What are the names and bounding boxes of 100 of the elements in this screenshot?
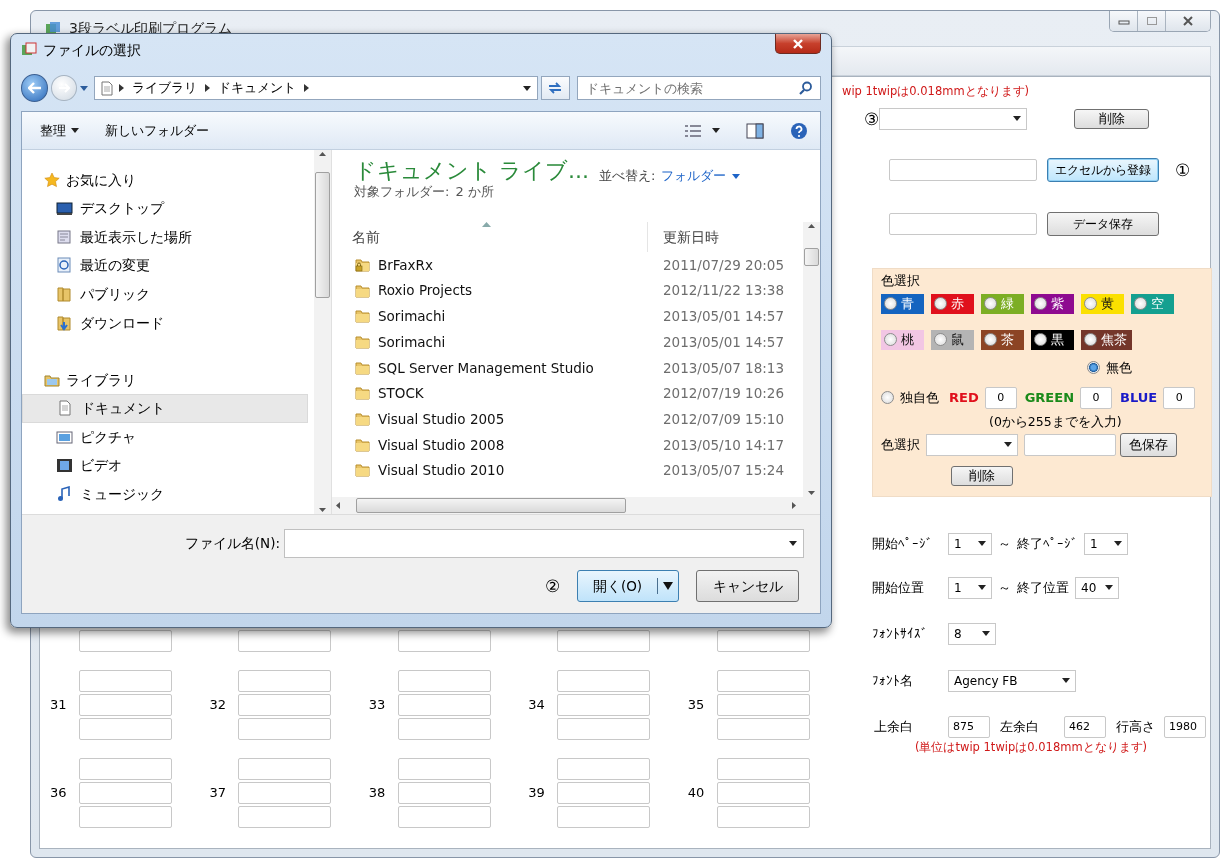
color-option[interactable]: 鼠 — [931, 329, 974, 350]
search-field[interactable]: ドキュメントの検索 — [577, 76, 821, 100]
maximize-button[interactable] — [1138, 11, 1166, 31]
dropdown[interactable]: 1 — [948, 576, 992, 599]
text-field[interactable] — [557, 758, 651, 780]
text-field[interactable] — [889, 212, 1037, 235]
text-field[interactable] — [238, 806, 332, 828]
text-field[interactable] — [716, 694, 810, 716]
back-button[interactable] — [21, 74, 49, 102]
color-option[interactable]: 赤 — [931, 293, 974, 314]
scrollbar-thumb[interactable] — [804, 248, 819, 266]
text-field[interactable] — [238, 718, 332, 740]
breadcrumb-item[interactable]: ドキュメント — [215, 80, 298, 96]
file-name[interactable]: BrFaxRx — [378, 256, 433, 273]
radio-button[interactable] — [881, 391, 894, 405]
radio-button[interactable] — [934, 333, 947, 347]
text-field[interactable] — [397, 694, 491, 716]
new-folder-button[interactable]: 新しいフォルダー — [105, 122, 209, 139]
dropdown[interactable] — [879, 107, 1027, 130]
file-name[interactable]: STOCK — [378, 385, 424, 402]
nav-item[interactable]: ミュージック — [22, 479, 308, 509]
dropdown[interactable]: Agency FB — [948, 669, 1076, 692]
number-field[interactable]: 0 — [984, 386, 1017, 409]
text-field[interactable] — [397, 782, 491, 804]
color-option[interactable]: 桃 — [881, 329, 924, 350]
scrollbar[interactable] — [332, 497, 820, 514]
nav-item[interactable]: パブリック — [22, 279, 308, 309]
number-field[interactable]: 1980 — [1164, 715, 1206, 738]
save-color-button[interactable]: 色保存 — [1120, 432, 1177, 457]
nav-item[interactable]: 最近の変更 — [22, 251, 308, 280]
text-field[interactable] — [716, 782, 810, 804]
dropdown[interactable] — [926, 433, 1018, 456]
dropdown[interactable]: 40 — [1075, 576, 1119, 599]
text-field[interactable] — [238, 630, 332, 652]
dropdown[interactable]: 8 — [948, 622, 996, 645]
text-field[interactable] — [557, 718, 651, 740]
text-field[interactable] — [79, 694, 172, 716]
minimize-button[interactable] — [1110, 11, 1138, 31]
color-option[interactable]: 焦茶 — [1081, 329, 1132, 350]
radio-button[interactable] — [1087, 360, 1100, 374]
text-field[interactable] — [238, 694, 332, 716]
action-button[interactable]: エクセルから登録 — [1047, 157, 1159, 182]
number-field[interactable]: 462 — [1064, 715, 1106, 738]
radio-button[interactable] — [884, 297, 897, 311]
text-field[interactable] — [397, 718, 491, 740]
number-field[interactable]: 0 — [1163, 386, 1196, 409]
address-bar[interactable]: ライブラリ ドキュメント — [93, 76, 538, 100]
color-option[interactable]: 黄 — [1081, 293, 1124, 314]
nav-item[interactable]: ダウンロード — [22, 308, 308, 337]
dropdown[interactable]: 1 — [1084, 532, 1128, 555]
delete-button[interactable]: 削除 — [951, 465, 1013, 486]
file-name[interactable]: Sorimachi — [378, 333, 446, 350]
nav-item[interactable]: ドキュメント — [22, 393, 308, 423]
text-field[interactable] — [1024, 433, 1116, 456]
color-option[interactable]: 茶 — [981, 329, 1024, 350]
sort-menu[interactable]: フォルダー — [661, 168, 741, 184]
text-field[interactable] — [79, 670, 172, 692]
text-field[interactable] — [716, 630, 810, 652]
text-field[interactable] — [397, 630, 491, 652]
action-button[interactable]: データ保存 — [1047, 211, 1159, 236]
text-field[interactable] — [557, 670, 651, 692]
color-option[interactable]: 青 — [881, 293, 924, 314]
text-field[interactable] — [889, 158, 1037, 181]
open-button[interactable]: 開く(O) — [577, 570, 679, 602]
breadcrumb-item[interactable]: ライブラリ — [129, 80, 199, 96]
text-field[interactable] — [397, 806, 491, 828]
text-field[interactable] — [79, 718, 172, 740]
close-button[interactable] — [1166, 11, 1210, 31]
radio-button[interactable] — [1034, 297, 1047, 311]
radio-button[interactable] — [984, 333, 997, 347]
file-name[interactable]: Visual Studio 2005 — [378, 410, 505, 428]
nav-item[interactable]: 最近表示した場所 — [22, 222, 308, 252]
text-field[interactable] — [716, 670, 810, 692]
cancel-button[interactable]: キャンセル — [696, 570, 799, 602]
nav-group[interactable]: ライブラリ — [22, 365, 314, 394]
text-field[interactable] — [557, 806, 651, 828]
close-button[interactable] — [775, 34, 821, 54]
radio-button[interactable] — [1134, 297, 1147, 311]
scrollbar-thumb[interactable] — [356, 498, 626, 513]
help-button[interactable] — [790, 121, 808, 140]
text-field[interactable] — [716, 758, 810, 780]
file-name[interactable]: Roxio Projects — [378, 282, 473, 299]
nav-item[interactable]: ピクチャ — [22, 422, 308, 452]
text-field[interactable] — [557, 782, 651, 804]
file-name[interactable]: Visual Studio 2010 — [378, 462, 505, 479]
organize-menu[interactable]: 整理 — [40, 122, 79, 139]
file-name[interactable]: Sorimachi — [378, 308, 446, 325]
refresh-button[interactable] — [540, 76, 570, 100]
text-field[interactable] — [397, 670, 491, 692]
radio-button[interactable] — [1084, 333, 1097, 347]
radio-button[interactable] — [1084, 297, 1097, 311]
nav-item[interactable]: ビデオ — [22, 451, 308, 480]
folders-link[interactable]: 2 か所 — [455, 184, 494, 200]
number-field[interactable]: 0 — [1080, 386, 1112, 409]
nav-item[interactable]: デスクトップ — [22, 194, 308, 223]
color-option[interactable]: 紫 — [1031, 293, 1074, 314]
scrollbar[interactable] — [314, 150, 331, 514]
text-field[interactable] — [79, 806, 172, 828]
radio-button[interactable] — [884, 333, 897, 347]
radio-button[interactable] — [984, 297, 997, 311]
